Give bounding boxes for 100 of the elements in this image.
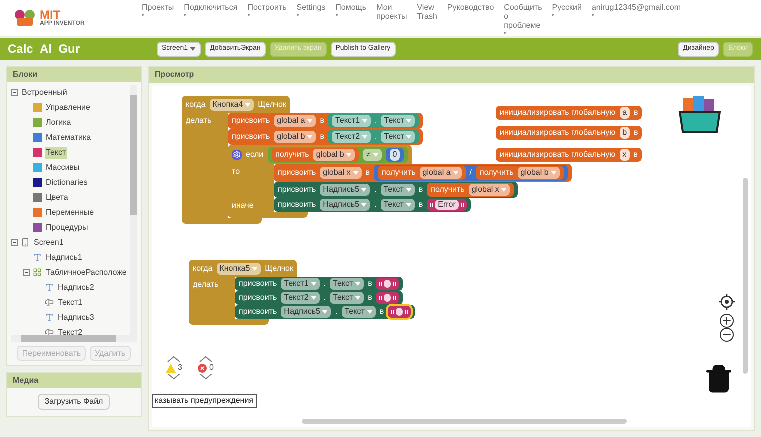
tree-item[interactable]: Управление xyxy=(45,102,92,114)
block-dropdown[interactable]: Надпись5 xyxy=(320,199,370,211)
collapse-icon[interactable] xyxy=(11,89,18,96)
upload-button[interactable]: Загрузить Файл xyxy=(38,394,110,410)
code-block[interactable]: присвоить Текст1 . Текст в xyxy=(235,277,404,291)
block-field[interactable]: x xyxy=(620,149,630,161)
code-block[interactable]: присвоить Текст2 . Текст в xyxy=(235,291,404,305)
text-block[interactable] xyxy=(376,292,400,304)
block-dropdown[interactable]: Текст2 xyxy=(281,292,320,304)
chevron-down-icon[interactable] xyxy=(167,374,182,380)
block-dropdown[interactable]: Текст xyxy=(380,184,415,196)
tree-item[interactable]: Текст xyxy=(45,146,68,158)
chevron-down-icon[interactable] xyxy=(199,374,214,380)
text-block[interactable]: Error xyxy=(427,199,467,211)
tree-item[interactable]: Надпись1 xyxy=(45,252,84,264)
menu-item[interactable]: Руководство xyxy=(447,2,494,12)
block-dropdown[interactable]: Текст xyxy=(380,199,415,211)
tree-item[interactable]: Процедуры xyxy=(45,222,90,234)
code-block[interactable]: получить global a xyxy=(378,166,466,180)
zoom-out-icon[interactable] xyxy=(720,328,734,342)
code-block[interactable]: присвоить global b в Текст2 . Текст xyxy=(228,129,424,145)
tree-item[interactable]: Dictionaries xyxy=(45,176,89,188)
tree-item[interactable]: Цвета xyxy=(45,192,70,204)
tree-item[interactable]: Текст2 xyxy=(57,326,84,335)
block-dropdown[interactable]: Кнопка5 xyxy=(216,263,262,275)
code-block[interactable]: присвоить Надпись5 . Текст в Error xyxy=(274,198,471,212)
code-block[interactable]: Текст1 . Текст xyxy=(328,114,420,128)
scrollbar-thumb[interactable] xyxy=(743,178,748,374)
chevron-up-icon[interactable] xyxy=(199,356,214,362)
tree-item[interactable]: Переменные xyxy=(45,206,96,218)
block-dropdown[interactable]: global a xyxy=(274,115,316,127)
block-dropdown[interactable]: Текст xyxy=(381,131,416,143)
menu-item[interactable]: anirug12345@gmail.com xyxy=(592,2,682,16)
block-dropdown[interactable]: Текст1 xyxy=(281,278,320,290)
scrollbar-thumb[interactable] xyxy=(21,335,116,342)
code-block[interactable]: присвоить Надпись5 . Текст в xyxy=(235,305,416,319)
menu-item[interactable]: Подключиться xyxy=(184,2,238,16)
block-field[interactable]: 0 xyxy=(390,149,400,161)
code-block[interactable]: 0 xyxy=(386,148,404,162)
scrollbar-thumb[interactable] xyxy=(130,95,137,215)
menu-item[interactable]: Проекты xyxy=(142,2,174,16)
block-dropdown[interactable]: Кнопка4 xyxy=(210,99,254,111)
gear-icon[interactable] xyxy=(232,150,242,160)
text-block[interactable] xyxy=(376,278,400,290)
zoom-in-icon[interactable] xyxy=(720,314,734,328)
block-dropdown[interactable]: Надпись5 xyxy=(281,306,332,318)
menu-item[interactable]: Settings xyxy=(296,2,326,16)
tree-item[interactable]: Математика xyxy=(45,132,92,144)
tree-item[interactable]: Массивы xyxy=(45,162,81,174)
backpack-icon[interactable] xyxy=(677,94,723,134)
block-dropdown[interactable]: Текст2 xyxy=(332,131,372,143)
code-block[interactable]: получить global b ≠ 0 xyxy=(268,147,408,163)
tree-item[interactable]: Встроенный xyxy=(21,86,68,98)
collapse-icon[interactable] xyxy=(11,239,18,246)
block-dropdown[interactable]: ≠ xyxy=(363,149,382,161)
tree-item[interactable]: Текст1 xyxy=(57,296,84,308)
trash-icon[interactable] xyxy=(704,364,734,394)
code-block[interactable]: инициализировать глобальную a в xyxy=(496,106,642,120)
tree-item[interactable]: Логика xyxy=(45,116,72,128)
block-dropdown[interactable]: global x xyxy=(320,167,362,179)
code-block[interactable]: инициализировать глобальную x в xyxy=(496,148,642,162)
tree-item[interactable]: Надпись3 xyxy=(57,312,96,324)
menu-item[interactable]: View Trash xyxy=(417,2,438,20)
code-block[interactable]: получить global b xyxy=(476,166,564,180)
block-dropdown[interactable]: global a xyxy=(420,167,462,179)
center-target-icon[interactable] xyxy=(719,294,735,310)
menu-item[interactable]: Русский xyxy=(552,2,582,16)
code-block[interactable]: получить global a / получить global b xyxy=(374,165,568,181)
block-dropdown[interactable]: Текст1 xyxy=(332,115,372,127)
block-field[interactable]: a xyxy=(620,107,630,119)
chevron-up-icon[interactable] xyxy=(167,356,182,362)
tree-item[interactable]: ТабличноеРасположе xyxy=(45,266,128,278)
block-field[interactable]: Error xyxy=(435,200,459,210)
block-dropdown[interactable]: global x xyxy=(468,184,510,196)
code-block[interactable] xyxy=(182,96,572,224)
tree-item[interactable]: Надпись2 xyxy=(57,282,96,294)
tree-item[interactable]: Screen1 xyxy=(33,236,65,248)
block-dropdown[interactable]: Текст xyxy=(330,292,364,304)
menu-item[interactable]: Сообщить о проблеме xyxy=(504,2,542,34)
text-block[interactable] xyxy=(388,306,412,318)
code-block[interactable]: присвоить global a в Текст1 . Текст xyxy=(228,113,424,129)
code-block[interactable]: инициализировать глобальную b в xyxy=(496,126,642,140)
code-block[interactable]: Текст2 . Текст xyxy=(328,130,420,144)
collapse-icon[interactable] xyxy=(23,269,30,276)
block-dropdown[interactable]: Текст xyxy=(381,115,416,127)
block-dropdown[interactable]: Текст xyxy=(330,278,364,290)
code-block[interactable]: получить global b xyxy=(272,148,360,162)
code-block[interactable]: получить global x xyxy=(427,183,514,197)
menu-item[interactable]: Мои проекты xyxy=(376,2,408,20)
block-dropdown[interactable]: Надпись5 xyxy=(320,184,370,196)
scrollbar-thumb[interactable] xyxy=(302,419,627,424)
block-dropdown[interactable]: Текст xyxy=(342,306,376,318)
block-dropdown[interactable]: global b xyxy=(274,131,316,143)
block-dropdown[interactable]: global b xyxy=(313,149,356,161)
menu-item[interactable]: Помощь xyxy=(336,2,367,16)
block-field[interactable]: b xyxy=(620,127,630,139)
menu-item[interactable]: Построить xyxy=(248,2,287,16)
block-dropdown[interactable]: global b xyxy=(518,167,560,179)
code-block[interactable]: присвоить global x в получить global a / получить global b xyxy=(274,164,572,182)
warnings-toggle-button[interactable]: казывать предупреждения xyxy=(152,394,256,408)
